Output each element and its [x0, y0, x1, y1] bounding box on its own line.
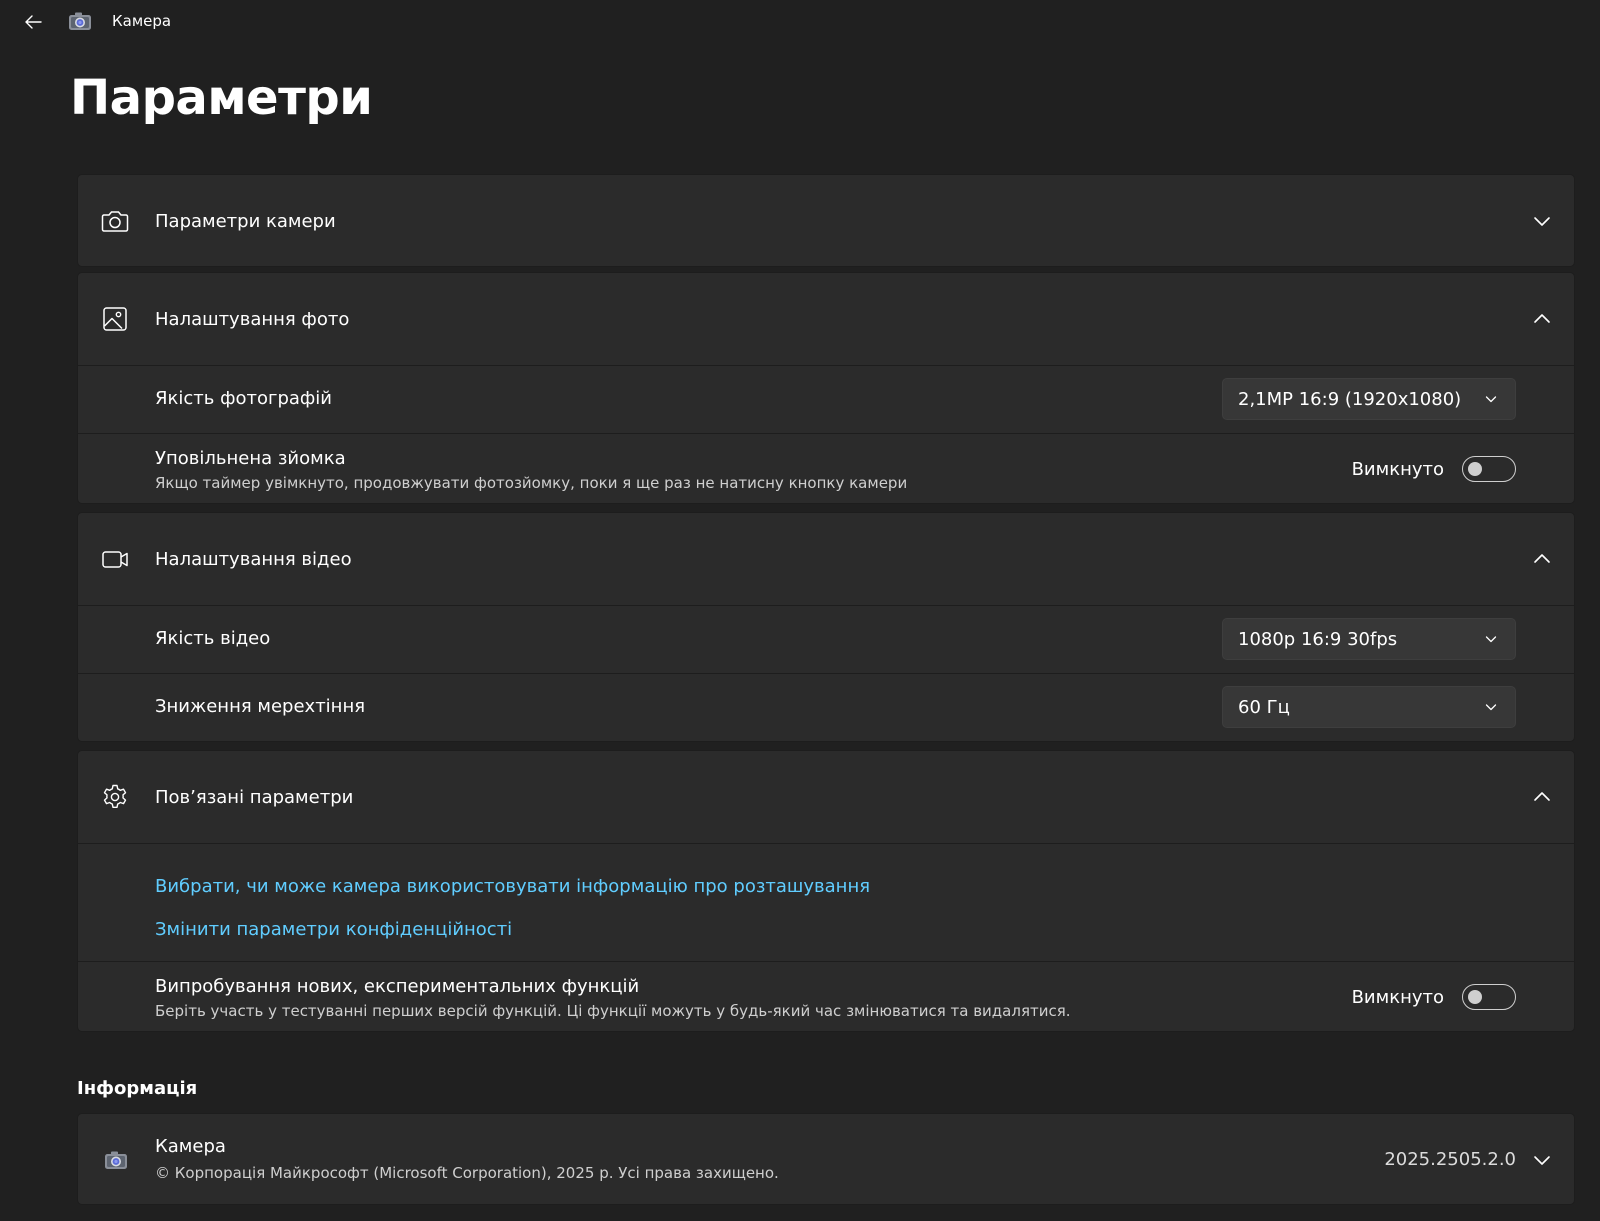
experimental-toggle[interactable]: [1462, 984, 1516, 1010]
slow-shooting-toggle[interactable]: [1462, 456, 1516, 482]
slow-shooting-label: Уповільнена зйомка: [155, 448, 346, 469]
related-settings-card: Пов’язані параметри Вибрати, чи може кам…: [77, 750, 1575, 1032]
chevron-down-icon[interactable]: [1530, 1148, 1554, 1172]
flicker-reduction-row: Зниження мерехтіння 60 Гц: [78, 673, 1574, 741]
photo-settings-title: Налаштування фото: [155, 308, 350, 330]
chevron-up-icon[interactable]: [1530, 785, 1554, 809]
video-quality-value: 1080p 16:9 30fps: [1238, 628, 1398, 650]
video-quality-dropdown[interactable]: 1080p 16:9 30fps: [1222, 618, 1516, 660]
photo-settings-card: Налаштування фото Якість фотографій 2,1M…: [77, 272, 1575, 504]
privacy-settings-link[interactable]: Змінити параметри конфіденційності: [155, 919, 512, 940]
related-settings-header[interactable]: Пов’язані параметри: [78, 751, 1574, 843]
slow-shooting-row: Уповільнена зйомка Якщо таймер увімкнуто…: [78, 433, 1574, 503]
video-icon: [102, 551, 128, 568]
related-settings-title: Пов’язані параметри: [155, 786, 354, 808]
chevron-down-icon: [1485, 636, 1497, 643]
image-icon: [103, 307, 127, 331]
video-settings-title: Налаштування відео: [155, 548, 352, 570]
page-title: Параметри: [70, 70, 373, 126]
app-version: 2025.2505.2.0: [1384, 1149, 1516, 1170]
experimental-features-description: Беріть участь у тестуванні перших версій…: [155, 1002, 1071, 1020]
flicker-reduction-dropdown[interactable]: 60 Гц: [1222, 686, 1516, 728]
app-title: Камера: [112, 12, 172, 30]
related-links-row: Вибрати, чи може камера використовувати …: [78, 843, 1574, 961]
experimental-state: Вимкнуто: [1351, 986, 1444, 1008]
experimental-features-label: Випробування нових, експериментальних фу…: [155, 976, 640, 997]
photo-quality-row: Якість фотографій 2,1MP 16:9 (1920x1080): [78, 365, 1574, 433]
camera-settings-title: Параметри камери: [155, 210, 336, 232]
camera-app-icon: [105, 1151, 127, 1169]
video-settings-card: Налаштування відео Якість відео 1080p 16…: [77, 512, 1575, 742]
flicker-reduction-value: 60 Гц: [1238, 696, 1290, 718]
slow-shooting-toggle-group: Вимкнуто: [1352, 456, 1516, 482]
slow-shooting-state: Вимкнуто: [1351, 458, 1444, 480]
gear-icon: [103, 784, 127, 808]
about-card: Камера © Корпорація Майкрософт (Microsof…: [77, 1113, 1575, 1205]
about-app-name: Камера: [155, 1136, 226, 1157]
camera-settings-card: Параметри камери: [77, 174, 1575, 267]
experimental-toggle-group: Вимкнуто: [1352, 984, 1516, 1010]
about-copyright: © Корпорація Майкрософт (Microsoft Corpo…: [155, 1164, 779, 1182]
photo-quality-label: Якість фотографій: [155, 388, 332, 409]
experimental-features-row: Випробування нових, експериментальних фу…: [78, 961, 1574, 1031]
location-permission-link[interactable]: Вибрати, чи може камера використовувати …: [155, 876, 870, 897]
video-settings-header[interactable]: Налаштування відео: [78, 513, 1574, 605]
chevron-up-icon[interactable]: [1530, 547, 1554, 571]
photo-quality-value: 2,1MP 16:9 (1920x1080): [1238, 388, 1462, 410]
chevron-up-icon[interactable]: [1530, 307, 1554, 331]
camera-settings-header[interactable]: Параметри камери: [78, 175, 1574, 267]
camera-icon: [101, 211, 129, 232]
toggle-knob: [1468, 462, 1482, 476]
info-section-title: Інформація: [77, 1078, 198, 1099]
video-quality-row: Якість відео 1080p 16:9 30fps: [78, 605, 1574, 673]
photo-settings-header[interactable]: Налаштування фото: [78, 273, 1574, 365]
chevron-down-icon: [1485, 396, 1497, 403]
title-bar: Камера: [0, 0, 1600, 44]
camera-app-icon: [69, 12, 91, 30]
chevron-down-icon: [1485, 704, 1497, 711]
toggle-knob: [1468, 990, 1482, 1004]
back-arrow-icon: [25, 15, 42, 29]
about-header[interactable]: Камера © Корпорація Майкрософт (Microsof…: [78, 1114, 1574, 1206]
flicker-reduction-label: Зниження мерехтіння: [155, 696, 366, 717]
video-quality-label: Якість відео: [155, 628, 271, 649]
slow-shooting-description: Якщо таймер увімкнуто, продовжувати фото…: [155, 474, 908, 492]
back-button[interactable]: [18, 8, 48, 36]
chevron-down-icon[interactable]: [1530, 209, 1554, 233]
photo-quality-dropdown[interactable]: 2,1MP 16:9 (1920x1080): [1222, 378, 1516, 420]
